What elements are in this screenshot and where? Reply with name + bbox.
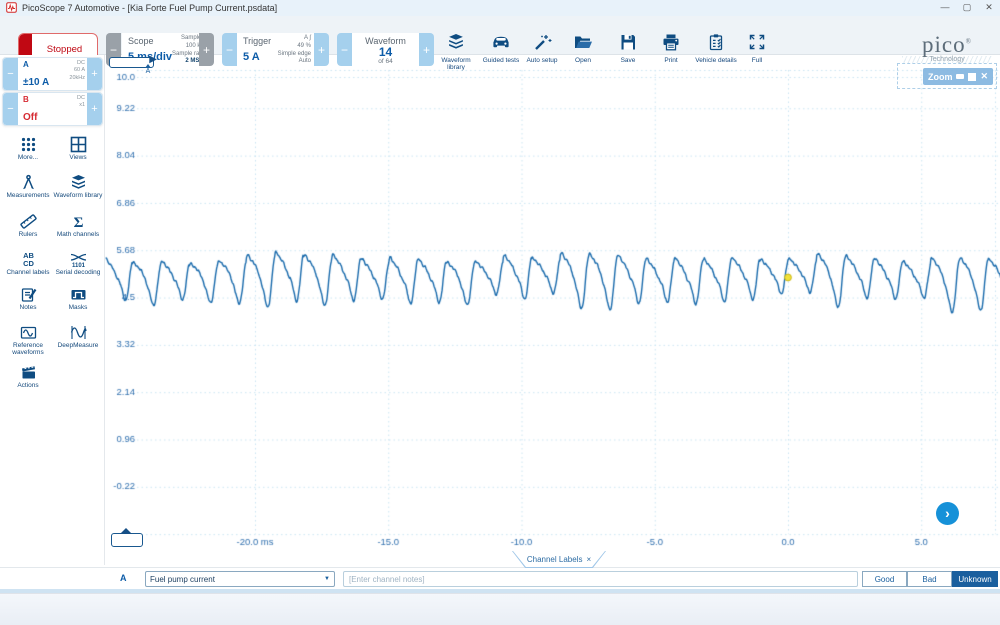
channel-notes-input[interactable] [343,571,858,587]
sidebar-item-deepmeasure[interactable]: DeepMeasure [53,324,103,349]
unknown-button[interactable]: Unknown [952,571,998,587]
deepmeasure-icon [53,324,103,341]
sidebar-item-notes[interactable]: Notes [3,286,53,311]
actions-icon [3,364,53,381]
reference-waveforms-icon [3,324,53,341]
caret-down-icon: ▼ [324,576,330,582]
channel-label-value: Fuel pump current [150,575,215,584]
window-minimize-button[interactable]: — [934,0,956,16]
channel-b-range: Off [23,112,74,123]
channel-a-range: ±10 A [23,77,66,88]
channel-a-id: A [23,60,66,69]
zoom-label: Zoom [928,72,953,82]
channel-label-select[interactable]: Fuel pump current ▼ [145,571,335,587]
channel-a-label: A [120,573,127,583]
tab-label: Channel Labels [527,555,583,564]
save-icon [618,32,638,56]
magic-wand-icon [532,32,552,56]
channel-a-specs: DC 60 A 20kHz [67,58,87,90]
ruler-icon [3,213,53,230]
horizontal-axis-scroll-handle[interactable] [111,533,143,547]
sidebar-item-channel-labels[interactable]: ABCD Channel labels [3,251,53,276]
channel-b-specs: DC x1 [75,93,87,125]
sidebar-item-masks[interactable]: Masks [53,286,103,311]
masks-icon [53,286,103,303]
sigma-icon: Σ [53,213,103,230]
folder-open-icon [573,32,593,56]
calipers-icon [3,174,53,191]
channel-a-axis-marker[interactable]: A [141,64,155,75]
sidebar-item-more[interactable]: More... [3,136,53,161]
window-title: PicoScope 7 Automotive - [Kia Forte Fuel… [22,3,277,13]
printer-icon [661,32,681,56]
svg-text:Σ: Σ [73,215,83,230]
rising-edge-icon: ∫ [309,35,311,41]
channel-b-card[interactable]: − B Off DC x1 + [2,92,103,126]
sidebar-item-waveform-library[interactable]: Waveform library [53,174,103,199]
taskbar: 4 67°F Mostly cloudy 1 ? PS [0,593,1000,625]
app-logo-icon [6,2,17,15]
svg-text:CD: CD [23,259,34,268]
waveform-library-icon [446,32,466,56]
expand-icon [747,32,767,56]
chevron-right-icon: › [945,505,950,521]
sidebar-item-reference-waveforms[interactable]: Reference waveforms [3,324,53,357]
notes-icon [3,286,53,303]
zoom-minimize-icon[interactable] [956,74,964,79]
zoom-maximize-icon[interactable] [968,73,976,81]
views-icon [53,136,103,153]
scroll-up-arrow-icon [120,528,132,534]
zoom-toolbar[interactable]: Zoom ✕ [923,68,993,85]
next-waveform-button[interactable]: › [936,502,959,525]
toolbar: Stopped − Scope 5 ms/div Samples 100 kS … [0,16,1000,55]
sidebar-item-measurements[interactable]: Measurements [3,174,53,199]
channel-a-card[interactable]: − A ±10 A DC 60 A 20kHz + [2,57,103,91]
tab-close-icon[interactable]: × [586,555,591,564]
sidebar: − A ±10 A DC 60 A 20kHz + − B Off DC x1 … [0,55,105,565]
channel-labels-icon: ABCD [3,251,53,268]
sidebar-item-views[interactable]: Views [53,136,103,161]
waveform-plot[interactable] [105,55,1000,565]
channel-labels-bar: A Fuel pump current ▼ Good Bad Unknown [0,567,1000,589]
sidebar-item-rulers[interactable]: Rulers [3,213,53,238]
window-maximize-button[interactable]: ▢ [956,0,978,16]
channel-a-increase-button[interactable]: + [87,58,102,90]
channel-b-id: B [23,95,74,104]
serial-decoding-icon: 1101 [53,251,103,268]
clipboard-icon [706,32,726,56]
channel-labels-tab[interactable]: Channel Labels × [512,551,606,568]
channel-b-increase-button[interactable]: + [87,93,102,125]
trigger-title: Trigger [243,36,271,46]
waveform-library-icon [53,174,103,191]
channel-a-decrease-button[interactable]: − [3,58,18,90]
sidebar-item-math-channels[interactable]: Σ Math channels [53,213,103,238]
zoom-close-icon[interactable]: ✕ [980,72,988,81]
title-bar: PicoScope 7 Automotive - [Kia Forte Fuel… [0,0,1000,16]
more-grid-icon [3,136,53,153]
bad-button[interactable]: Bad [907,571,952,587]
zoom-overlay: Zoom ✕ [897,63,997,89]
good-button[interactable]: Good [862,571,907,587]
scope-title: Scope [128,36,172,46]
svg-text:1101: 1101 [71,263,85,268]
channel-b-decrease-button[interactable]: − [3,93,18,125]
sidebar-item-serial-decoding[interactable]: 1101 Serial decoding [53,251,103,276]
car-icon [491,32,511,56]
sidebar-item-actions[interactable]: Actions [3,364,53,389]
window-close-button[interactable]: ✕ [978,0,1000,16]
